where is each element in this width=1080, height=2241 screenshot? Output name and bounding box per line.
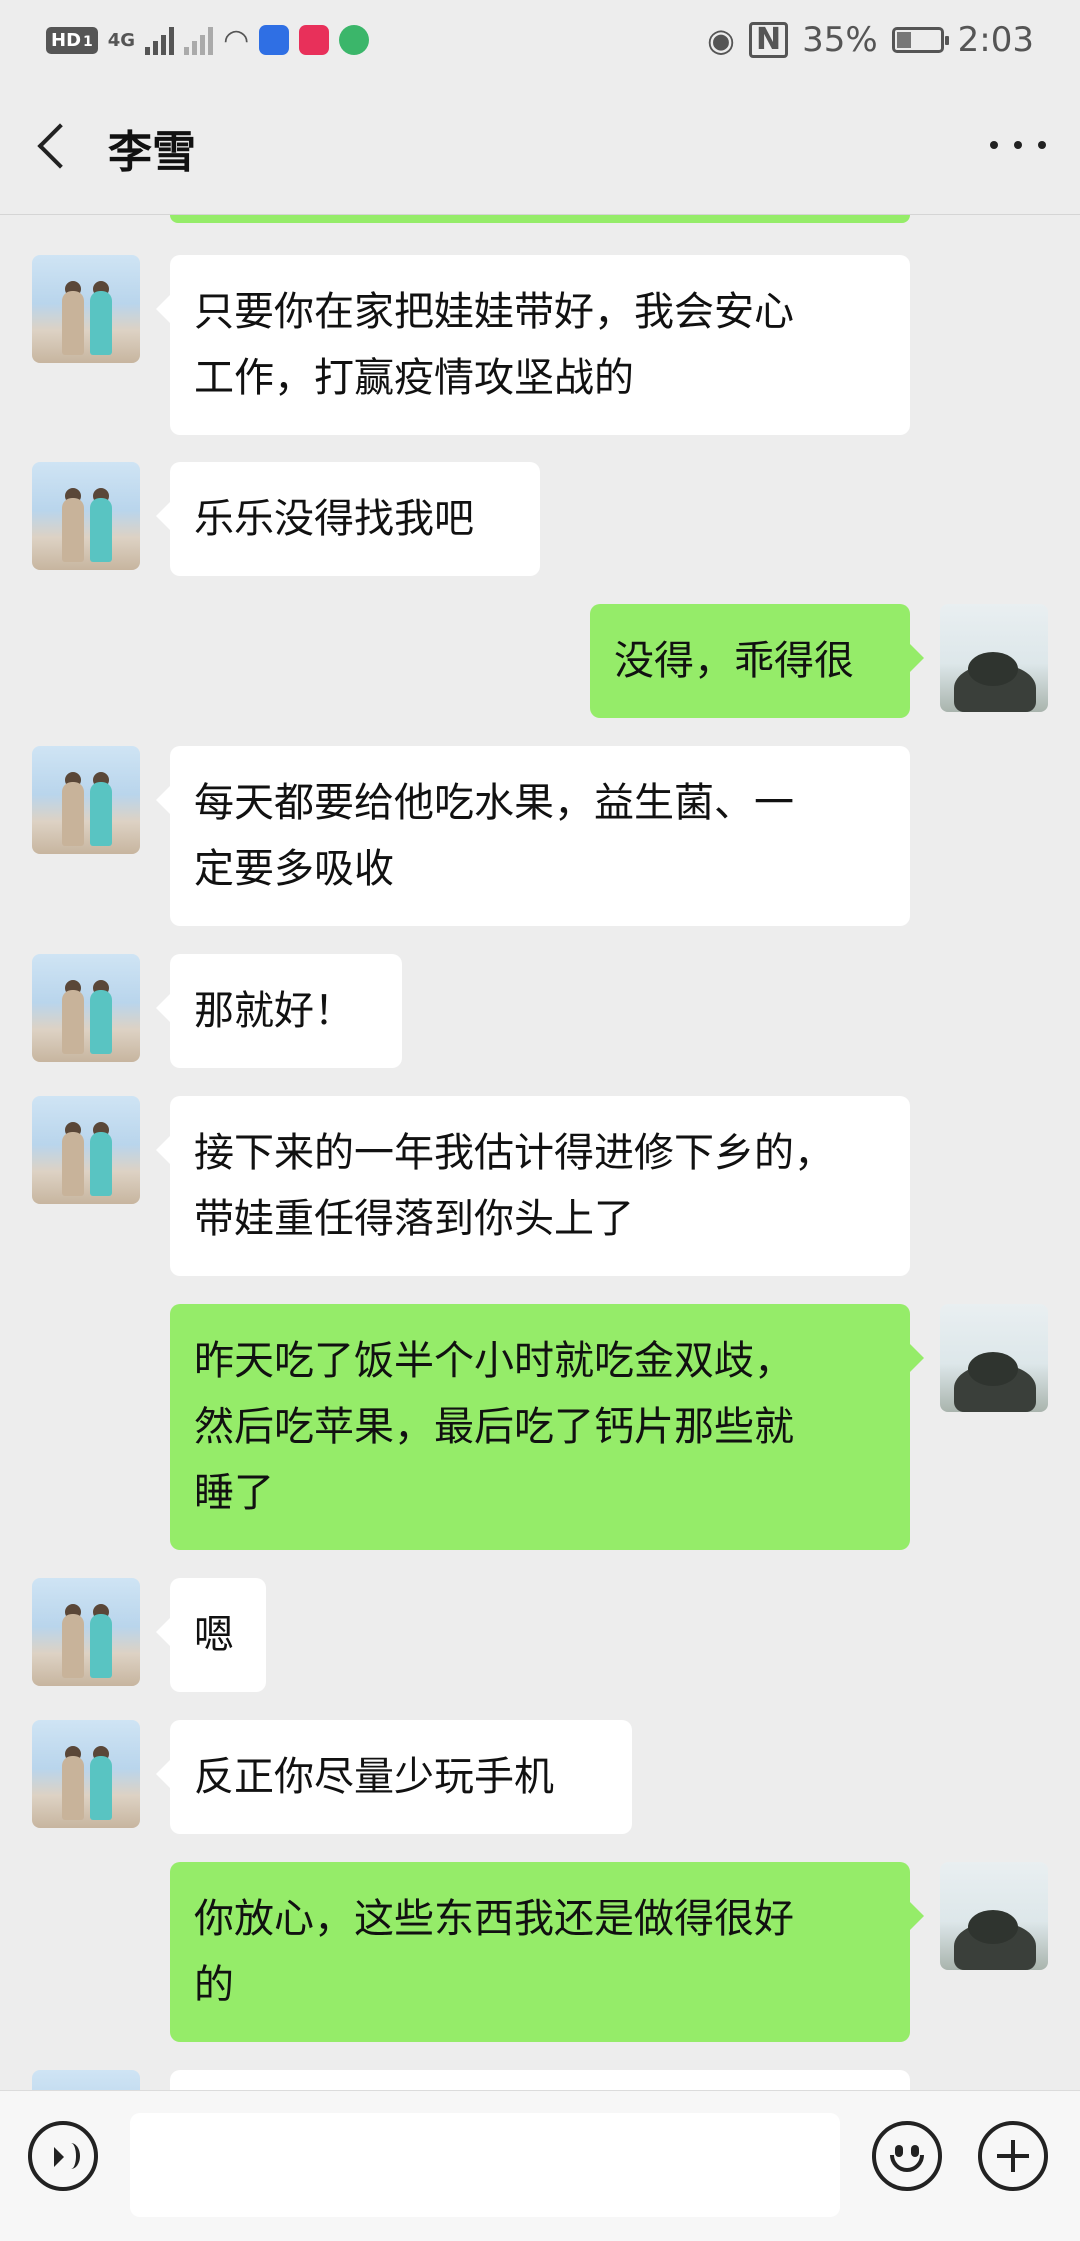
wifi-icon: ◠ bbox=[223, 22, 250, 58]
more-icon[interactable] bbox=[990, 130, 1046, 160]
avatar[interactable] bbox=[32, 255, 140, 363]
browser-icon bbox=[339, 25, 370, 55]
message-input[interactable] bbox=[130, 2113, 840, 2217]
chevron-left-icon[interactable] bbox=[30, 118, 90, 178]
avatar[interactable] bbox=[32, 2070, 140, 2090]
nfc-icon: N bbox=[748, 22, 789, 58]
avatar[interactable] bbox=[32, 1096, 140, 1204]
message-bubble-partial bbox=[170, 2070, 910, 2090]
message-bubble[interactable]: 嗯 bbox=[156, 1578, 266, 1692]
message-bubble[interactable]: 每天都要给他吃水果，益生菌、一 定要多吸收 bbox=[156, 746, 910, 926]
network-type: 4G bbox=[107, 29, 136, 51]
hd-icon: HD 1 bbox=[46, 26, 98, 54]
message-bubble[interactable]: 接下来的一年我估计得进修下乡的， 带娃重任得落到你头上了 bbox=[156, 1096, 910, 1276]
avatar[interactable] bbox=[940, 1862, 1048, 1970]
status-bar: HD 1 4G ◠ ◉ N 35% 2:03 bbox=[0, 0, 1080, 80]
clock: 2:03 bbox=[957, 20, 1034, 60]
chat-header: 李雪 bbox=[0, 80, 1080, 215]
message-bubble[interactable]: 反正你尽量少玩手机 bbox=[156, 1720, 632, 1834]
signal-icon bbox=[145, 25, 175, 55]
message-list[interactable]: 只要你在家把娃娃带好，我会安心 工作，打赢疫情攻坚战的 乐乐没得找我吧 没得，乖… bbox=[0, 215, 1080, 2090]
page-title: 李雪 bbox=[108, 127, 196, 178]
message-bubble-partial bbox=[170, 215, 910, 223]
plus-icon[interactable] bbox=[978, 2121, 1048, 2191]
message-bubble[interactable]: 只要你在家把娃娃带好，我会安心 工作，打赢疫情攻坚战的 bbox=[156, 255, 910, 435]
battery-percent: 35% bbox=[802, 20, 878, 60]
voice-icon[interactable] bbox=[28, 2121, 98, 2191]
message-bubble[interactable]: 你放心，这些东西我还是做得很好 的 bbox=[170, 1862, 924, 2042]
avatar[interactable] bbox=[940, 1304, 1048, 1412]
battery-icon bbox=[891, 27, 949, 53]
signal-icon bbox=[184, 25, 214, 55]
avatar[interactable] bbox=[32, 1578, 140, 1686]
message-bubble[interactable]: 没得，乖得很 bbox=[590, 604, 924, 718]
input-bar bbox=[0, 2090, 1080, 2241]
avatar[interactable] bbox=[32, 462, 140, 570]
avatar[interactable] bbox=[940, 604, 1048, 712]
emoji-icon[interactable] bbox=[872, 2121, 942, 2191]
avatar[interactable] bbox=[32, 1720, 140, 1828]
avatar[interactable] bbox=[32, 746, 140, 854]
message-bubble[interactable]: 昨天吃了饭半个小时就吃金双歧， 然后吃苹果，最后吃了钙片那些就 睡了 bbox=[170, 1304, 924, 1550]
video-app-icon bbox=[299, 25, 330, 55]
message-bubble[interactable]: 那就好！ bbox=[156, 954, 402, 1068]
baidu-icon bbox=[259, 25, 290, 55]
avatar[interactable] bbox=[32, 954, 140, 1062]
message-bubble[interactable]: 乐乐没得找我吧 bbox=[156, 462, 540, 576]
eye-icon: ◉ bbox=[707, 21, 735, 59]
